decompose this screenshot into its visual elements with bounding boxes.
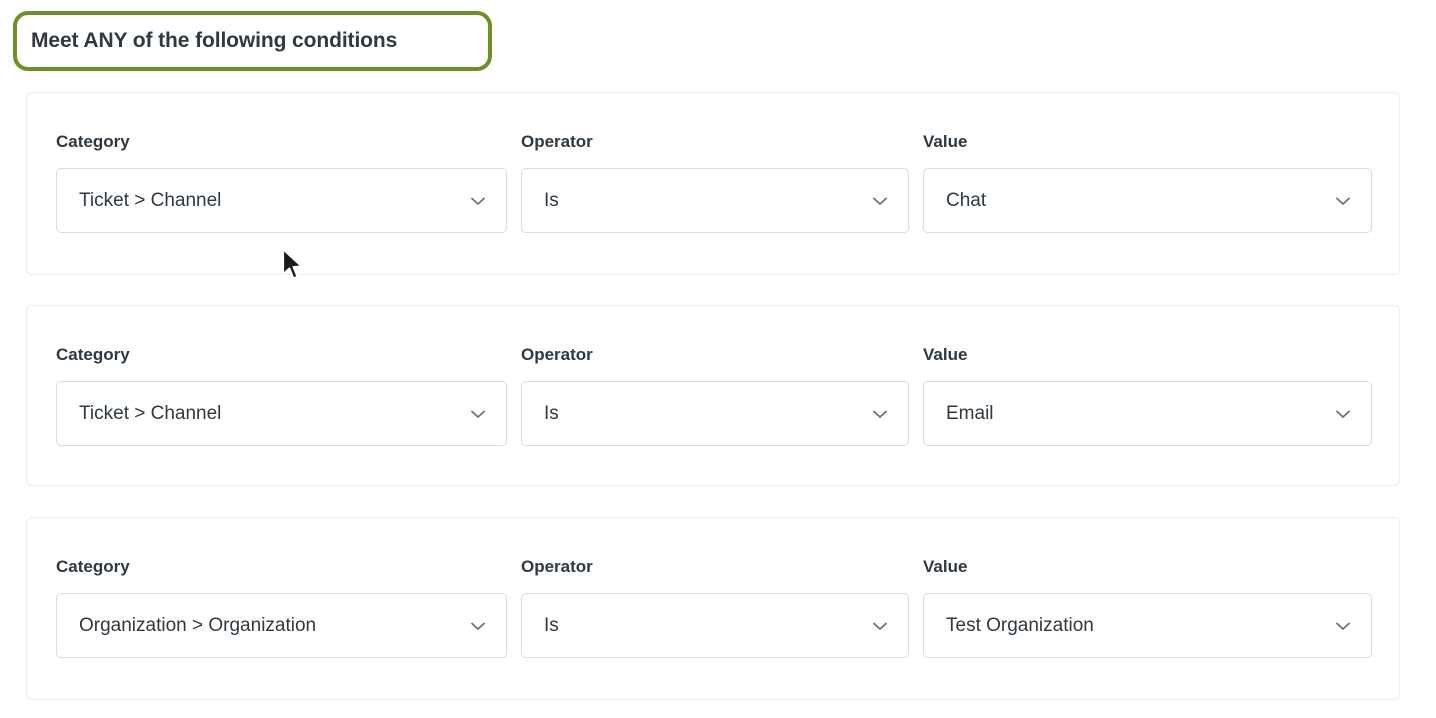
value-select-value: Test Organization xyxy=(946,615,1094,637)
chevron-down-icon xyxy=(1333,616,1353,636)
conditions-heading-highlight: Meet ANY of the following conditions xyxy=(13,11,492,71)
condition-card: Category Organization > Organization Ope… xyxy=(26,517,1400,700)
chevron-down-icon xyxy=(468,616,488,636)
field-category: Category Organization > Organization xyxy=(56,557,507,658)
operator-select-value: Is xyxy=(544,615,559,637)
chevron-down-icon xyxy=(1333,191,1353,211)
chevron-down-icon xyxy=(870,616,890,636)
value-select[interactable]: Test Organization xyxy=(923,593,1372,658)
category-label: Category xyxy=(56,345,507,365)
field-operator: Operator Is xyxy=(521,557,909,658)
operator-select[interactable]: Is xyxy=(521,168,909,233)
page-title: Meet ANY of the following conditions xyxy=(31,29,397,53)
condition-card: Category Ticket > Channel Operator Is xyxy=(26,305,1400,486)
category-select[interactable]: Ticket > Channel xyxy=(56,381,507,446)
operator-select[interactable]: Is xyxy=(521,381,909,446)
category-select-value: Organization > Organization xyxy=(79,615,316,637)
field-operator: Operator Is xyxy=(521,345,909,446)
chevron-down-icon xyxy=(468,191,488,211)
category-label: Category xyxy=(56,132,507,152)
value-select[interactable]: Chat xyxy=(923,168,1372,233)
operator-label: Operator xyxy=(521,132,909,152)
category-label: Category xyxy=(56,557,507,577)
operator-label: Operator xyxy=(521,557,909,577)
condition-fields-row: Category Organization > Organization Ope… xyxy=(27,518,1399,699)
field-value: Value Email xyxy=(923,345,1372,446)
chevron-down-icon xyxy=(1333,404,1353,424)
field-value: Value Chat xyxy=(923,132,1372,233)
condition-fields-row: Category Ticket > Channel Operator Is xyxy=(27,93,1399,274)
value-select[interactable]: Email xyxy=(923,381,1372,446)
category-select[interactable]: Organization > Organization xyxy=(56,593,507,658)
field-category: Category Ticket > Channel xyxy=(56,345,507,446)
operator-select[interactable]: Is xyxy=(521,593,909,658)
field-category: Category Ticket > Channel xyxy=(56,132,507,233)
category-select-value: Ticket > Channel xyxy=(79,403,221,425)
category-select-value: Ticket > Channel xyxy=(79,190,221,212)
category-select[interactable]: Ticket > Channel xyxy=(56,168,507,233)
condition-card: Category Ticket > Channel Operator Is xyxy=(26,92,1400,275)
operator-select-value: Is xyxy=(544,403,559,425)
chevron-down-icon xyxy=(870,404,890,424)
value-label: Value xyxy=(923,557,1372,577)
chevron-down-icon xyxy=(468,404,488,424)
field-operator: Operator Is xyxy=(521,132,909,233)
value-select-value: Chat xyxy=(946,190,986,212)
value-label: Value xyxy=(923,132,1372,152)
value-select-value: Email xyxy=(946,403,994,425)
operator-label: Operator xyxy=(521,345,909,365)
operator-select-value: Is xyxy=(544,190,559,212)
condition-fields-row: Category Ticket > Channel Operator Is xyxy=(27,306,1399,485)
chevron-down-icon xyxy=(870,191,890,211)
value-label: Value xyxy=(923,345,1372,365)
field-value: Value Test Organization xyxy=(923,557,1372,658)
conditions-builder-page: Meet ANY of the following conditions Cat… xyxy=(0,0,1436,718)
